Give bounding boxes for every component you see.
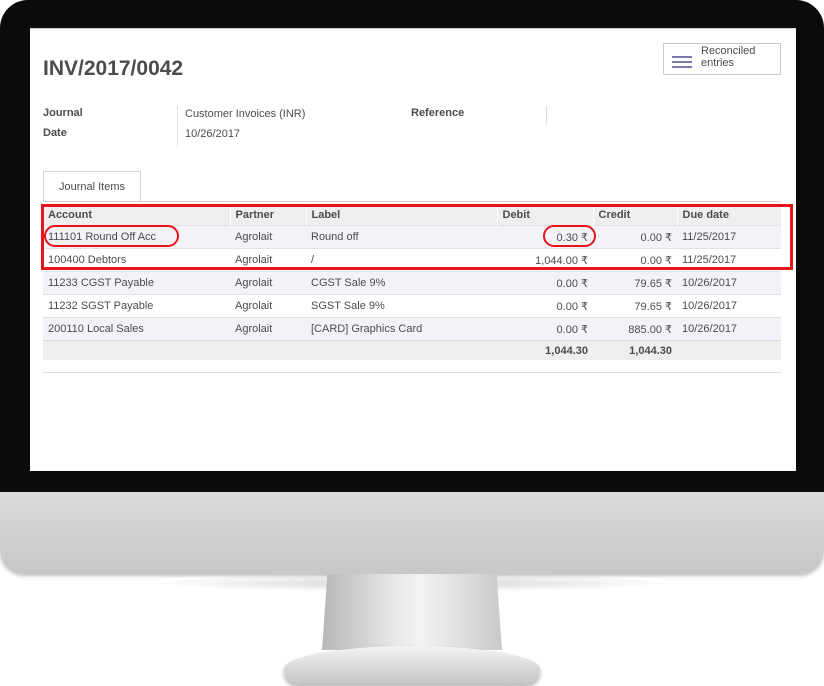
due-date-cell: 10/26/2017 [677, 271, 781, 295]
reconciled-entries-label: Reconciled entries [701, 45, 756, 69]
journal-value[interactable]: Customer Invoices (INR) [185, 108, 305, 120]
label-cell: [CARD] Graphics Card [306, 317, 497, 341]
label-cell: CGST Sale 9% [306, 271, 497, 295]
table-row[interactable]: 11232 SGST Payable Agrolait SGST Sale 9%… [43, 294, 781, 318]
label-cell: Round off [306, 225, 497, 249]
due-date-cell: 11/25/2017 [677, 225, 781, 249]
column-header-account[interactable]: Account [43, 205, 230, 226]
table-row[interactable]: 11233 CGST Payable Agrolait CGST Sale 9%… [43, 271, 781, 295]
column-header-debit[interactable]: Debit [496, 205, 593, 226]
debit-cell: 1,044.00 ₹ [497, 248, 593, 272]
debit-cell: 0.00 ₹ [497, 317, 593, 341]
credit-cell: 0.00 ₹ [593, 248, 677, 272]
account-cell: 111101 Round Off Acc [43, 225, 230, 249]
column-header-credit[interactable]: Credit [592, 205, 677, 226]
label-cell: / [306, 248, 497, 272]
credit-cell: 885.00 ₹ [593, 317, 677, 341]
table-row[interactable]: 111101 Round Off Acc Agrolait Round off … [43, 225, 781, 249]
screen-divider [30, 28, 796, 29]
account-cell: 200110 Local Sales [43, 317, 230, 341]
table-bottom-divider [43, 372, 781, 373]
column-header-due-date[interactable]: Due date [676, 205, 781, 226]
reference-label: Reference [411, 107, 465, 119]
credit-cell: 79.65 ₹ [593, 294, 677, 318]
partner-cell: Agrolait [230, 248, 306, 272]
partner-cell: Agrolait [230, 317, 306, 341]
totals-row: 1,044.30 1,044.30 [43, 340, 781, 360]
account-cell: 100400 Debtors [43, 248, 230, 272]
credit-cell: 0.00 ₹ [593, 225, 677, 249]
reference-separator [546, 106, 547, 125]
date-value: 10/26/2017 [185, 128, 241, 140]
table-header-row: Account Partner Label Debit Credit Due d… [43, 205, 781, 226]
monitor-stand-base [284, 646, 540, 684]
journal-label: Journal [43, 107, 83, 119]
table-row[interactable]: 100400 Debtors Agrolait / 1,044.00 ₹ 0.0… [43, 248, 781, 272]
due-date-cell: 10/26/2017 [677, 317, 781, 341]
credit-total: 1,044.30 [593, 340, 677, 360]
monitor-chin [0, 492, 824, 574]
partner-cell: Agrolait [230, 294, 306, 318]
due-date-cell: 11/25/2017 [677, 248, 781, 272]
date-label: Date [43, 127, 67, 139]
tab-journal-items[interactable]: Journal Items [43, 171, 141, 202]
debit-cell: 0.00 ₹ [497, 271, 593, 295]
debit-total: 1,044.30 [497, 340, 593, 360]
debit-cell: 0.30 ₹ [497, 225, 593, 249]
due-date-cell: 10/26/2017 [677, 294, 781, 318]
credit-cell: 79.65 ₹ [593, 271, 677, 295]
account-cell: 11232 SGST Payable [43, 294, 230, 318]
column-header-label[interactable]: Label [305, 205, 497, 226]
partner-cell: Agrolait [230, 271, 306, 295]
debit-cell: 0.00 ₹ [497, 294, 593, 318]
label-cell: SGST Sale 9% [306, 294, 497, 318]
field-separator [177, 106, 178, 147]
hamburger-menu-icon [672, 56, 692, 70]
column-header-partner[interactable]: Partner [229, 205, 306, 226]
page-title: INV/2017/0042 [43, 57, 184, 80]
partner-cell: Agrolait [230, 225, 306, 249]
journal-items-table: Account Partner Label Debit Credit Due d… [43, 205, 781, 360]
screen: INV/2017/0042 Reconciled entries Journal… [30, 28, 796, 471]
monitor-stand-neck [322, 574, 502, 650]
table-row[interactable]: 200110 Local Sales Agrolait [CARD] Graph… [43, 317, 781, 341]
reconciled-entries-button[interactable]: Reconciled entries [663, 43, 781, 75]
tab-underline [43, 201, 781, 202]
account-cell: 11233 CGST Payable [43, 271, 230, 295]
